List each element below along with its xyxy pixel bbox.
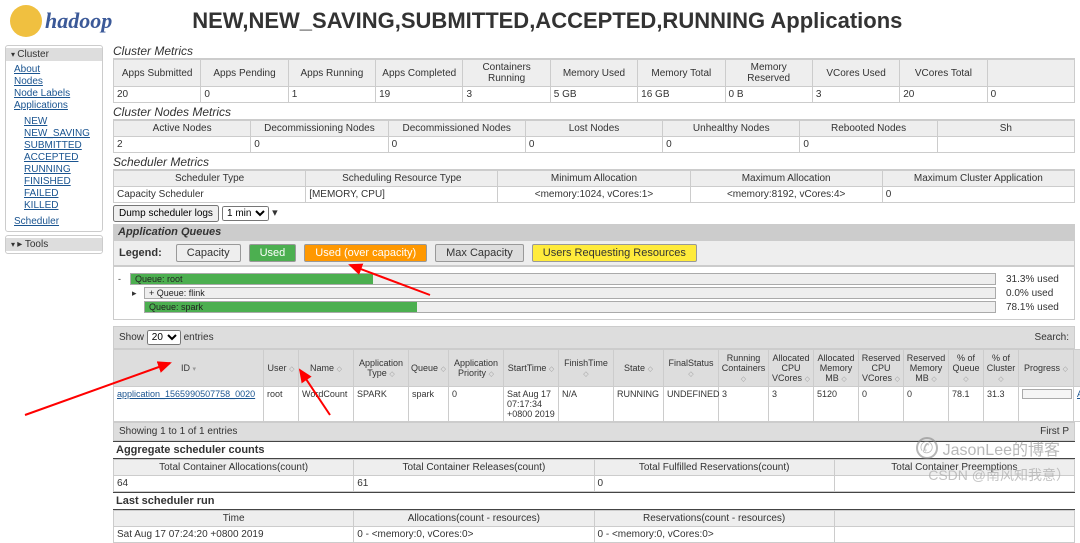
app-id-link[interactable]: application_1565990507758_0020: [117, 389, 255, 399]
nav-about[interactable]: About: [14, 64, 40, 75]
cm-h-submitted[interactable]: Apps Submitted: [114, 60, 201, 87]
nav-scheduler[interactable]: Scheduler: [14, 216, 59, 227]
cluster-metrics-title: Cluster Metrics: [113, 44, 1075, 59]
queue-row-flink[interactable]: ▸ + Queue: flink 0.0% used: [118, 287, 1070, 299]
col-res-vcores[interactable]: Reserved CPU VCores ◇: [859, 350, 904, 387]
legend-bar: Legend: Capacity Used Used (over capacit…: [113, 240, 1075, 266]
legend-users: Users Requesting Resources: [532, 244, 697, 262]
col-res-mem[interactable]: Reserved Memory MB ◇: [904, 350, 949, 387]
legend-capacity: Capacity: [176, 244, 241, 262]
progress-bar: [1022, 389, 1072, 399]
col-alloc-mem[interactable]: Allocated Memory MB ◇: [814, 350, 859, 387]
queue-expander[interactable]: -: [118, 274, 126, 284]
cluster-nav-title[interactable]: Cluster: [6, 48, 102, 61]
col-user[interactable]: User ◇: [264, 350, 299, 387]
table-row: 20 0 1 19 3 5 GB 16 GB 0 B 3 20 0: [114, 87, 1075, 103]
nav-nodes[interactable]: Nodes: [14, 76, 43, 87]
nav-node-labels[interactable]: Node Labels: [14, 88, 70, 99]
watermark-csdn: CSDN @南风知我意）: [928, 465, 1070, 485]
tools-nav-title[interactable]: ▸ Tools: [6, 238, 102, 251]
col-queue[interactable]: Queue ◇: [409, 350, 449, 387]
sidebar: Cluster About Nodes Node Labels Applicat…: [0, 42, 108, 543]
page-title: NEW,NEW_SAVING,SUBMITTED,ACCEPTED,RUNNIN…: [192, 8, 902, 34]
table-row: 2 0 0 0 0 0: [114, 137, 1075, 153]
table-row: Capacity Scheduler [MEMORY, CPU] <memory…: [114, 187, 1075, 203]
app-queues-title: Application Queues: [113, 224, 1075, 240]
applications-table: ID ▾ User ◇ Name ◇ Application Type ◇ Qu…: [113, 349, 1080, 422]
table-row: Sat Aug 17 07:24:20 +0800 2019 0 - <memo…: [114, 527, 1075, 543]
scheduler-metrics-table: Scheduler Type Scheduling Resource Type …: [113, 170, 1075, 203]
cluster-nav-box: Cluster About Nodes Node Labels Applicat…: [5, 45, 103, 232]
col-pct-queue[interactable]: % of Queue ◇: [949, 350, 984, 387]
legend-used: Used: [249, 244, 297, 262]
col-alloc-vcores[interactable]: Allocated CPU VCores ◇: [769, 350, 814, 387]
queue-bar: Queue: root: [130, 273, 996, 285]
last-run-title: Last scheduler run: [113, 492, 1075, 510]
col-pct-cluster[interactable]: % of Cluster ◇: [984, 350, 1019, 387]
scheduler-metrics-title: Scheduler Metrics: [113, 155, 1075, 170]
dump-period-select[interactable]: 1 min: [222, 206, 269, 221]
dropdown-icon: ▾: [272, 207, 278, 219]
tools-nav-box: ▸ Tools: [5, 235, 103, 254]
table-row: application_1565990507758_0020 root Word…: [114, 387, 1080, 422]
show-entries-select[interactable]: 20: [147, 330, 181, 345]
queue-bar: + Queue: flink: [144, 287, 996, 299]
last-run-table: Time Allocations(count - resources) Rese…: [113, 510, 1075, 543]
nav-state-killed[interactable]: KILLED: [24, 200, 58, 211]
col-name[interactable]: Name ◇: [299, 350, 354, 387]
col-type[interactable]: Application Type ◇: [354, 350, 409, 387]
legend-max: Max Capacity: [435, 244, 524, 262]
cluster-metrics-table: Apps Submitted Apps Pending Apps Running…: [113, 59, 1075, 103]
nav-state-new[interactable]: NEW: [24, 116, 47, 127]
col-start[interactable]: StartTime ◇: [504, 350, 559, 387]
entries-bar: Show 20 entries Search:: [113, 326, 1075, 349]
nav-state-accepted[interactable]: ACCEPTED: [24, 152, 78, 163]
watermark-jasonlee: ✆ JasonLee的博客: [916, 436, 1060, 460]
hadoop-logo: hadoop: [10, 5, 112, 37]
nav-state-running[interactable]: RUNNING: [24, 164, 71, 175]
wechat-icon: ✆: [916, 437, 938, 459]
nav-applications[interactable]: Applications: [14, 100, 68, 111]
page-header: hadoop NEW,NEW_SAVING,SUBMITTED,ACCEPTED…: [0, 0, 1080, 42]
col-track[interactable]: Track: [1074, 350, 1080, 387]
queue-row-root[interactable]: - Queue: root 31.3% used: [118, 273, 1070, 285]
cluster-nodes-title: Cluster Nodes Metrics: [113, 105, 1075, 120]
dump-logs-button[interactable]: Dump scheduler logs: [113, 205, 219, 222]
elephant-icon: [10, 5, 42, 37]
col-state[interactable]: State ◇: [614, 350, 664, 387]
col-priority[interactable]: Application Priority ◇: [449, 350, 504, 387]
queue-area: - Queue: root 31.3% used ▸ + Queue: flin…: [113, 266, 1075, 320]
col-finish[interactable]: FinishTime ◇: [559, 350, 614, 387]
nav-state-failed[interactable]: FAILED: [24, 188, 58, 199]
nav-state-finished[interactable]: FINISHED: [24, 176, 71, 187]
nav-state-submitted[interactable]: SUBMITTED: [24, 140, 82, 151]
cluster-nodes-table: Active Nodes Decommissioning Nodes Decom…: [113, 120, 1075, 153]
legend-over: Used (over capacity): [304, 244, 427, 262]
queue-row-spark[interactable]: Queue: spark 78.1% used: [118, 301, 1070, 313]
nav-state-newsaving[interactable]: NEW_SAVING: [24, 128, 90, 139]
col-progress[interactable]: Progress ◇: [1019, 350, 1074, 387]
queue-bar: Queue: spark: [144, 301, 996, 313]
queue-expander[interactable]: ▸: [132, 288, 140, 299]
col-final[interactable]: FinalStatus ◇: [664, 350, 719, 387]
col-running-containers[interactable]: Running Containers ◇: [719, 350, 769, 387]
col-id[interactable]: ID ▾: [114, 350, 264, 387]
